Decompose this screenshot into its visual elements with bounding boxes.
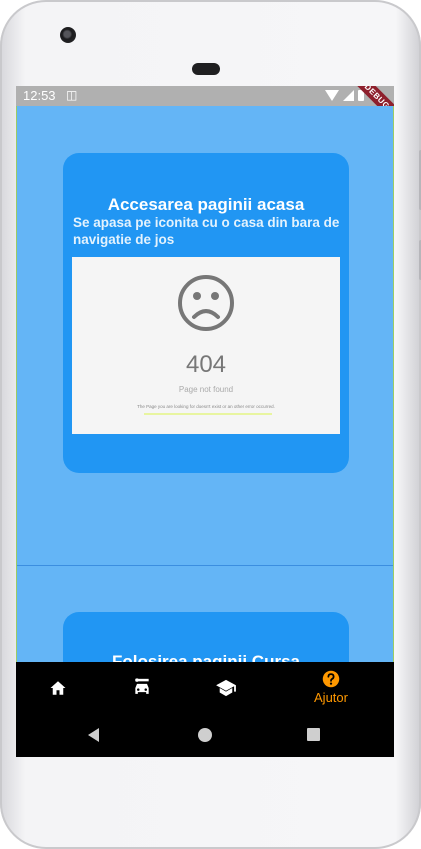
school-icon — [216, 679, 236, 696]
card-title: Folosirea paginii Cursa — [112, 652, 300, 662]
help-card: Accesarea paginii acasa Se apasa pe icon… — [63, 153, 349, 473]
status-time: 12:53 — [23, 88, 56, 103]
sim-icon: ◫ — [66, 88, 78, 102]
nav-item-cursuri[interactable] — [181, 662, 271, 713]
nav-item-home[interactable] — [16, 662, 103, 713]
earpiece-speaker — [192, 63, 220, 75]
home-button[interactable] — [198, 728, 212, 742]
home-icon — [50, 680, 66, 695]
help-card: Folosirea paginii Cursa — [63, 612, 349, 662]
car-route-icon — [135, 677, 149, 694]
status-icons — [325, 90, 364, 101]
error-message: Page not found — [178, 385, 234, 394]
help-icon — [322, 670, 340, 688]
recent-apps-button[interactable] — [307, 728, 320, 741]
system-navigation-bar — [16, 713, 394, 757]
status-bar: 12:53 ◫ DEBUG — [16, 86, 394, 128]
nav-item-cursa[interactable] — [97, 662, 187, 713]
nav-item-ajutor[interactable]: Ajutor — [286, 662, 376, 713]
sad-face-icon — [178, 275, 234, 331]
help-content-scroll[interactable]: Accesarea paginii acasa Se apasa pe icon… — [16, 106, 394, 662]
card-screenshot: 404 Page not found The Page you are look… — [72, 257, 340, 434]
bottom-navigation-bar: Ajutor — [16, 662, 394, 713]
screen: 12:53 ◫ DEBUG Accesarea paginii acasa Se… — [16, 86, 394, 757]
section-divider — [17, 565, 393, 566]
card-description: Se apasa pe iconita cu o casa din bara d… — [73, 215, 340, 247]
error-underline — [144, 413, 272, 415]
front-camera — [60, 27, 76, 43]
nav-label-ajutor: Ajutor — [314, 690, 348, 705]
back-button[interactable] — [88, 728, 99, 742]
phone-frame: 12:53 ◫ DEBUG Accesarea paginii acasa Se… — [0, 0, 421, 849]
card-title: Accesarea paginii acasa — [107, 195, 305, 214]
error-detail: The Page you are looking for doesn't exi… — [137, 404, 275, 409]
wifi-icon — [325, 90, 339, 101]
error-code: 404 — [185, 351, 227, 378]
signal-icon — [343, 90, 354, 101]
